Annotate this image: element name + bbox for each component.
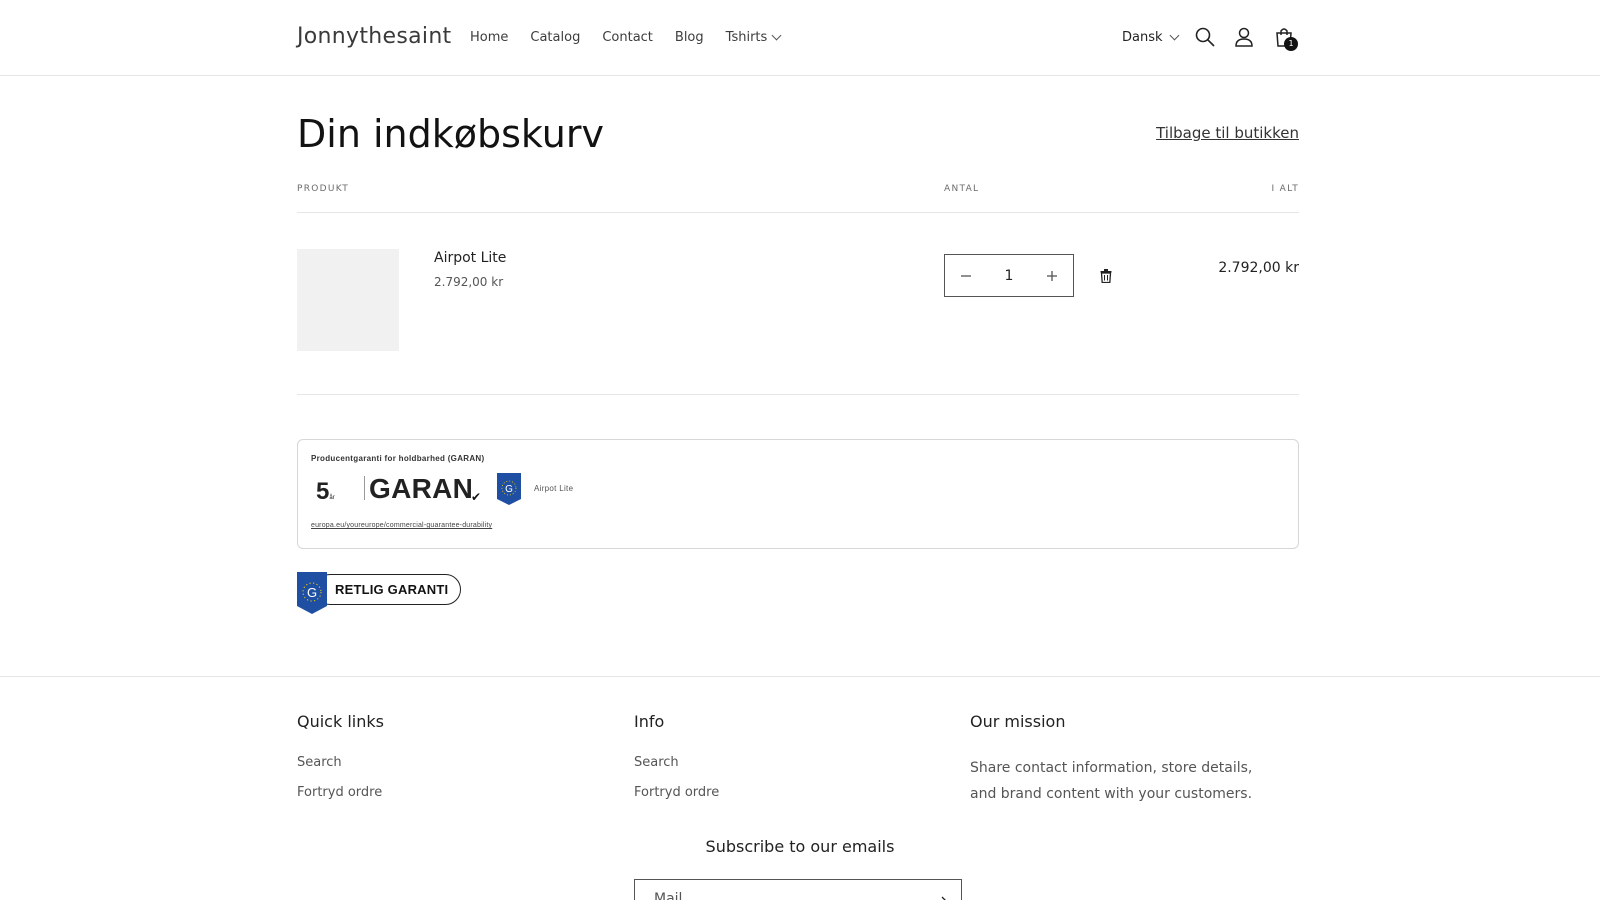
email-field[interactable]: Mail xyxy=(634,879,962,900)
divider xyxy=(297,394,1299,395)
column-header-total: I ALT xyxy=(1271,184,1299,194)
quantity-input[interactable]: 1 xyxy=(1005,268,1014,284)
divider xyxy=(297,212,1299,213)
eu-shield-icon: G xyxy=(297,572,327,614)
language-selector[interactable]: Dansk xyxy=(1122,30,1179,45)
language-label: Dansk xyxy=(1122,30,1163,45)
arrow-right-icon[interactable] xyxy=(933,894,949,900)
guarantee-product: Airpot Lite xyxy=(534,484,574,493)
line-item-total: 2.792,00 kr xyxy=(1218,260,1299,276)
newsletter-title: Subscribe to our emails xyxy=(705,837,895,856)
minus-icon xyxy=(961,274,971,277)
nav-contact[interactable]: Contact xyxy=(602,30,653,45)
site-header: Jonnythesaint Home Catalog Contact Blog … xyxy=(0,0,1600,76)
divider xyxy=(364,476,365,500)
nav-tshirts-label: Tshirts xyxy=(725,30,768,45)
footer-link-search[interactable]: Search xyxy=(634,755,719,770)
cart-count-badge: 1 xyxy=(1284,37,1298,51)
footer-link-cancel-order[interactable]: Fortryd ordre xyxy=(297,785,384,800)
footer-info: Info Search Fortryd ordre xyxy=(634,712,719,815)
guarantee-box: Producentgaranti for holdbarhed (GARAN) … xyxy=(297,439,1299,549)
continue-shopping-link[interactable]: Tilbage til butikken xyxy=(1156,124,1299,142)
svg-text:G: G xyxy=(505,484,513,495)
trash-icon[interactable] xyxy=(1100,269,1112,283)
quantity-stepper: 1 xyxy=(944,254,1074,297)
footer-heading: Quick links xyxy=(297,712,384,731)
guarantee-info-link[interactable]: europa.eu/youreurope/commercial-guarante… xyxy=(311,522,492,529)
guarantee-years: 5år xyxy=(316,478,335,506)
account-icon[interactable] xyxy=(1233,26,1255,48)
nav-blog[interactable]: Blog xyxy=(675,30,704,45)
search-icon[interactable] xyxy=(1194,26,1216,48)
footer-quick-links: Quick links Search Fortryd ordre xyxy=(297,712,384,815)
guarantee-years-unit: år xyxy=(329,495,335,501)
footer-mission-text: Share contact information, store details… xyxy=(970,760,1253,802)
page-title: Din indkøbskurv xyxy=(297,112,604,156)
column-header-quantity: ANTAL xyxy=(944,184,980,194)
product-thumbnail[interactable] xyxy=(297,249,399,351)
guarantee-title: Producentgaranti for holdbarhed (GARAN) xyxy=(311,454,485,463)
nav-home[interactable]: Home xyxy=(470,30,508,45)
nav-catalog[interactable]: Catalog xyxy=(530,30,580,45)
decrease-quantity-button[interactable] xyxy=(945,255,987,296)
guarantee-label: GARAN xyxy=(369,473,474,504)
column-header-product: PRODUKT xyxy=(297,184,350,194)
guarantee-years-value: 5 xyxy=(316,478,330,505)
plus-icon xyxy=(1046,270,1057,281)
increase-quantity-button[interactable] xyxy=(1031,255,1073,296)
footer-mission: Our mission Share contact information, s… xyxy=(970,712,1280,807)
site-footer: Quick links Search Fortryd ordre Info Se… xyxy=(0,676,1600,900)
chevron-down-icon xyxy=(771,30,782,41)
footer-link-cancel-order[interactable]: Fortryd ordre xyxy=(634,785,719,800)
footer-heading: Info xyxy=(634,712,665,731)
legal-guarantee-label: RETLIG GARANTI xyxy=(315,574,461,605)
eu-shield-icon: G xyxy=(497,473,521,505)
svg-text:G: G xyxy=(307,585,317,600)
checkmark-icon: ✔ xyxy=(471,490,482,504)
footer-heading: Our mission xyxy=(970,712,1066,731)
chevron-down-icon xyxy=(1169,30,1179,41)
main-nav: Home Catalog Contact Blog Tshirts xyxy=(470,30,802,45)
nav-tshirts-dropdown[interactable]: Tshirts xyxy=(725,30,782,45)
store-logo[interactable]: Jonnythesaint xyxy=(297,24,451,49)
email-placeholder: Mail xyxy=(654,891,683,900)
footer-link-search[interactable]: Search xyxy=(297,755,384,770)
product-unit-price: 2.792,00 kr xyxy=(434,275,504,289)
product-name-link[interactable]: Airpot Lite xyxy=(434,250,506,266)
